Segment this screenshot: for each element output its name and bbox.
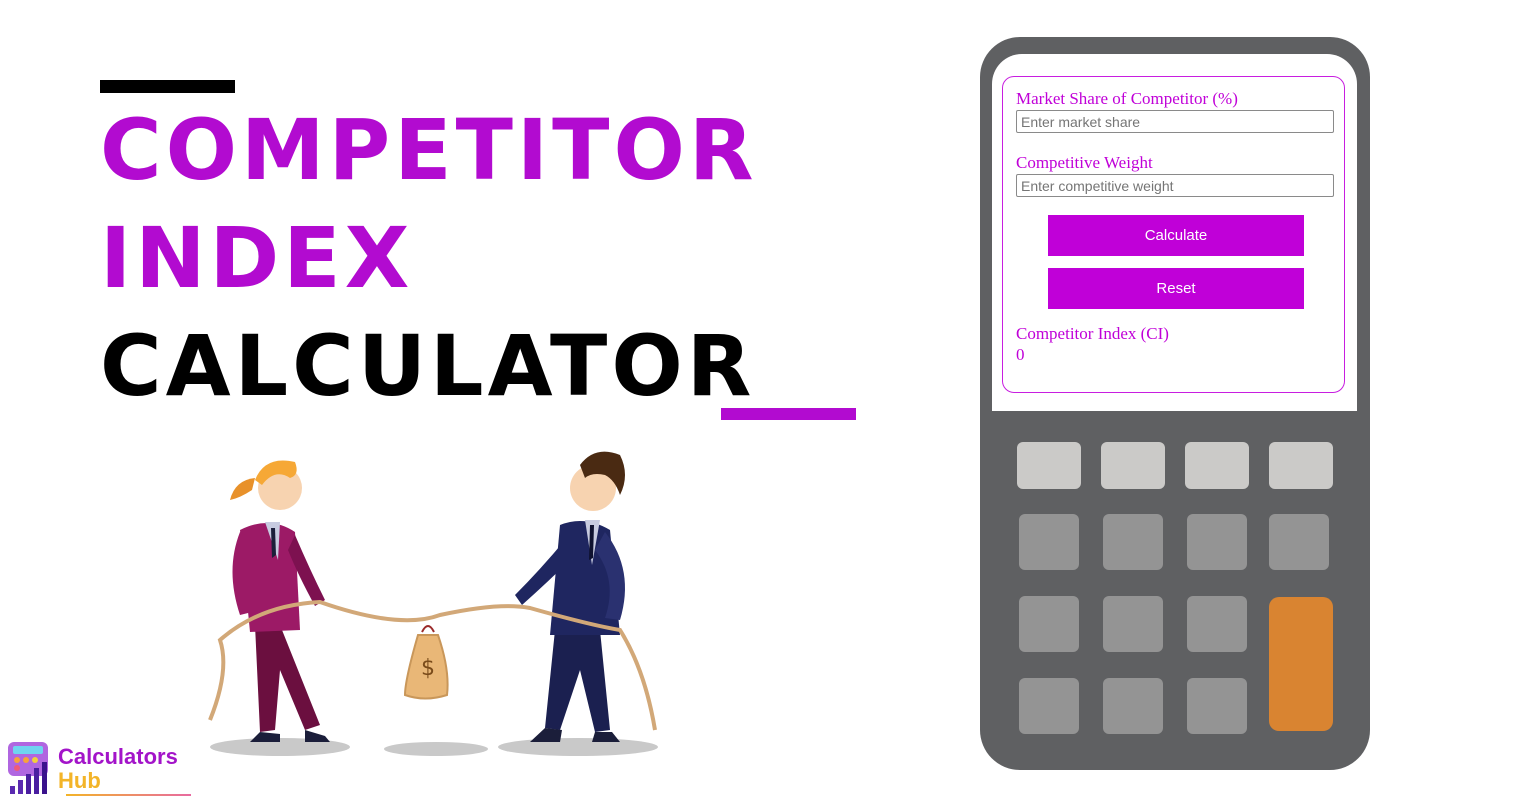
key: [1103, 678, 1163, 734]
key: [1187, 514, 1247, 570]
keypad: [980, 37, 1370, 770]
key: [1103, 514, 1163, 570]
brand-name-line-2: Hub: [58, 768, 101, 793]
key: [1185, 442, 1249, 489]
key: [1017, 442, 1081, 489]
brand-underline: [66, 794, 191, 796]
key: [1019, 596, 1079, 652]
money-bag-icon: $: [403, 625, 449, 700]
title-line-1: COMPETITOR: [100, 101, 758, 199]
key: [1101, 442, 1165, 489]
key: [1269, 514, 1329, 570]
title-accent-bar-bottom: [721, 408, 856, 420]
key: [1187, 678, 1247, 734]
calculator-chart-icon: [8, 742, 48, 794]
key: [1187, 596, 1247, 652]
brand-name-line-1: Calculators: [58, 744, 178, 769]
key: [1269, 442, 1333, 489]
key: [1019, 678, 1079, 734]
calculator-device: Market Share of Competitor (%) Competiti…: [980, 37, 1370, 770]
key: [1019, 514, 1079, 570]
equals-key: [1269, 597, 1333, 731]
tug-of-war-illustration: $: [208, 451, 658, 756]
title-line-2: INDEX: [100, 209, 414, 307]
shadow-middle: [384, 742, 488, 756]
title-accent-bar-top: [100, 80, 235, 93]
man-figure: [515, 451, 625, 742]
calculators-hub-logo[interactable]: Calculators Hub: [6, 738, 196, 798]
shadow-right: [498, 738, 658, 756]
key: [1103, 596, 1163, 652]
title-line-3: CALCULATOR: [100, 317, 756, 415]
svg-text:$: $: [421, 656, 435, 681]
